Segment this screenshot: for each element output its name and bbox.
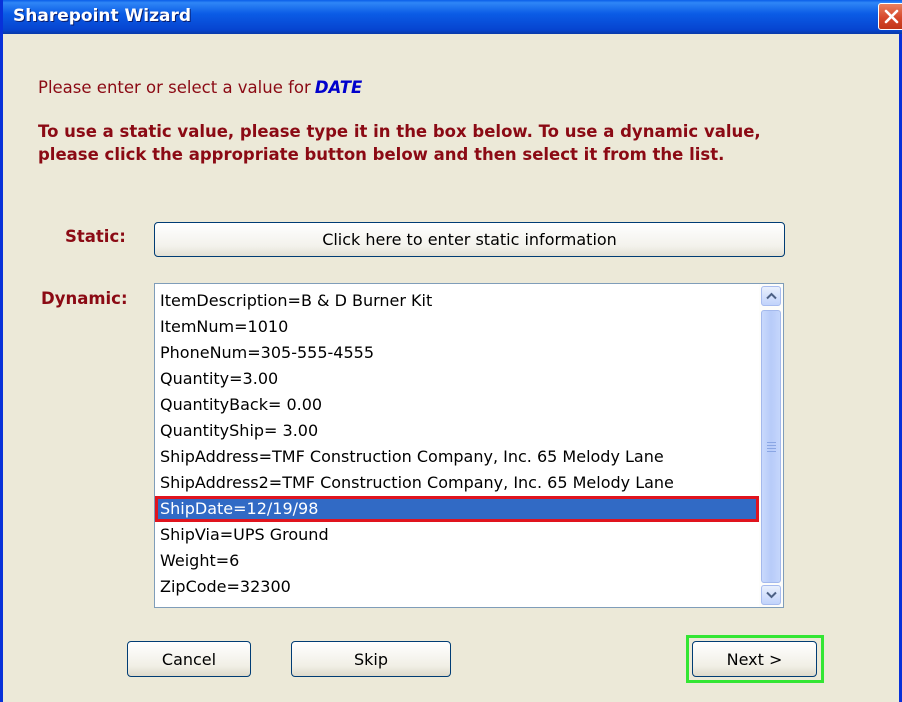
list-item-selected[interactable]: ShipDate=12/19/98	[155, 496, 759, 522]
wizard-window: Sharepoint Wizard Please enter or select…	[0, 0, 902, 702]
list-item[interactable]: QuantityBack= 0.00	[155, 392, 759, 418]
scroll-thumb[interactable]	[761, 310, 781, 583]
list-item[interactable]: ItemNum=1010	[155, 314, 759, 340]
instruction-detail: To use a static value, please type it in…	[38, 122, 761, 164]
dynamic-list: ItemDescription=B & D Burner Kit ItemNum=…	[155, 288, 759, 600]
list-item[interactable]: QuantityShip= 3.00	[155, 418, 759, 444]
chevron-up-icon	[766, 292, 777, 300]
static-label: Static:	[65, 227, 126, 246]
next-button[interactable]: Next >	[692, 641, 817, 677]
list-item[interactable]: ItemDescription=B & D Burner Kit	[155, 288, 759, 314]
scroll-grip-icon	[767, 442, 776, 454]
title-bar[interactable]: Sharepoint Wizard	[3, 0, 902, 34]
list-item[interactable]: ZipCode=32300	[155, 574, 759, 600]
chevron-down-icon	[766, 591, 777, 599]
list-item[interactable]: ShipVia=UPS Ground	[155, 522, 759, 548]
dynamic-listbox[interactable]: ItemDescription=B & D Burner Kit ItemNum=…	[154, 283, 784, 608]
prompt-text: Please enter or select a value for	[38, 78, 311, 97]
list-item[interactable]: PhoneNum=305-555-4555	[155, 340, 759, 366]
scroll-up-button[interactable]	[761, 286, 781, 306]
list-item[interactable]: Quantity=3.00	[155, 366, 759, 392]
vertical-scrollbar[interactable]	[759, 284, 783, 607]
close-icon	[884, 9, 899, 24]
list-item[interactable]: Weight=6	[155, 548, 759, 574]
scroll-down-button[interactable]	[761, 585, 781, 605]
value-prompt: Please enter or select a value for DATE	[38, 78, 362, 97]
list-item[interactable]: ShipAddress=TMF Construction Company, In…	[155, 444, 759, 470]
list-item[interactable]: ShipAddress2=TMF Construction Company, I…	[155, 470, 759, 496]
static-info-button[interactable]: Click here to enter static information	[154, 222, 785, 257]
field-name: DATE	[314, 78, 363, 97]
close-button[interactable]	[878, 3, 902, 30]
skip-button[interactable]: Skip	[291, 641, 451, 677]
cancel-button[interactable]: Cancel	[127, 641, 251, 677]
window-title: Sharepoint Wizard	[13, 6, 192, 26]
dynamic-label: Dynamic:	[41, 289, 128, 308]
